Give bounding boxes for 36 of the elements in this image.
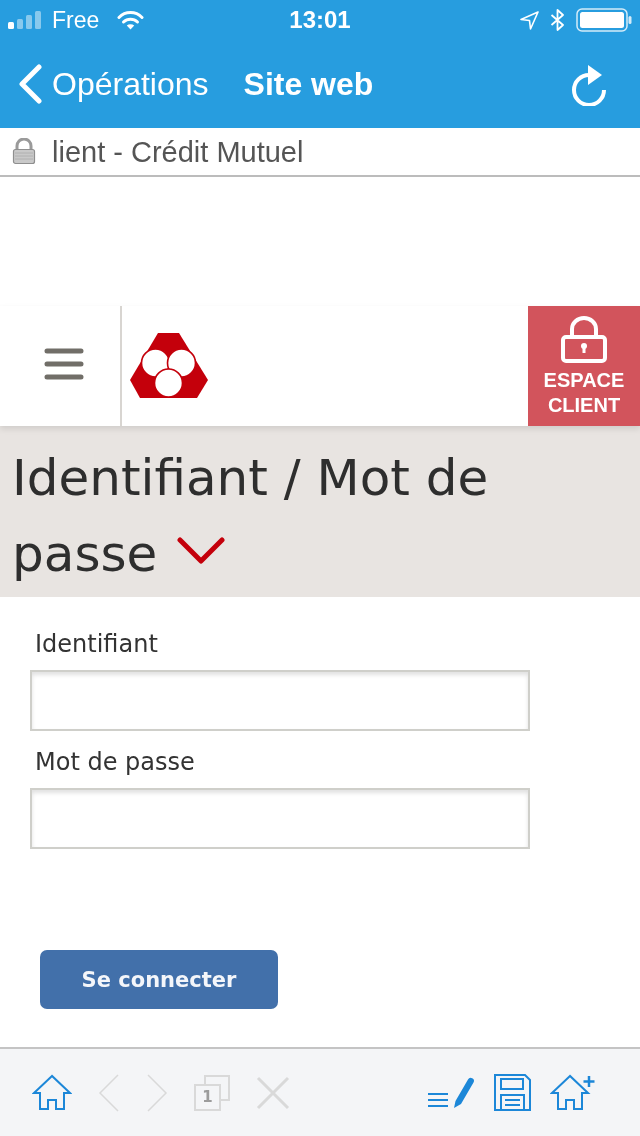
close-icon [256, 1075, 290, 1110]
menu-icon [44, 348, 84, 380]
account-button[interactable]: ESPACE CLIENT [528, 306, 640, 426]
padlock-icon [560, 316, 608, 363]
list-pencil-icon [427, 1076, 475, 1109]
edit-list-button[interactable] [427, 1076, 475, 1109]
tabs-icon [194, 1074, 230, 1111]
add-to-home-button[interactable] [550, 1074, 596, 1111]
carrier-name: Free [52, 7, 100, 33]
screen-title: Site web [243, 65, 374, 103]
home-plus-icon [550, 1074, 596, 1111]
input-field[interactable] [30, 788, 530, 849]
logo-icon[interactable] [130, 332, 208, 398]
bluetooth-icon [550, 9, 565, 31]
page-title: lient - Crédit Mutuel [52, 134, 304, 169]
chevron-right-icon [146, 1072, 168, 1113]
clock-time: 13:01 [289, 7, 351, 33]
home-icon [32, 1074, 72, 1111]
location-arrow-icon [520, 10, 539, 30]
field-label: Mot de passe [34, 748, 195, 776]
save-button[interactable] [494, 1074, 531, 1111]
input-field[interactable] [30, 670, 530, 731]
battery-icon [576, 8, 632, 32]
chevron-left-icon [18, 64, 42, 104]
wifi-icon [117, 10, 145, 30]
chevron-down-icon [177, 537, 226, 565]
refresh-button[interactable] [570, 62, 608, 106]
signal-icon [8, 11, 44, 29]
menu-button[interactable] [44, 348, 84, 380]
login-button[interactable]: Se connecter [40, 950, 278, 1009]
refresh-icon [570, 62, 608, 106]
padlock-icon [12, 138, 36, 165]
back-link[interactable]: Opérations [18, 64, 209, 104]
home-button[interactable] [32, 1074, 72, 1111]
field-label: Identifiant [34, 630, 158, 658]
chevron-left-icon [98, 1072, 120, 1113]
